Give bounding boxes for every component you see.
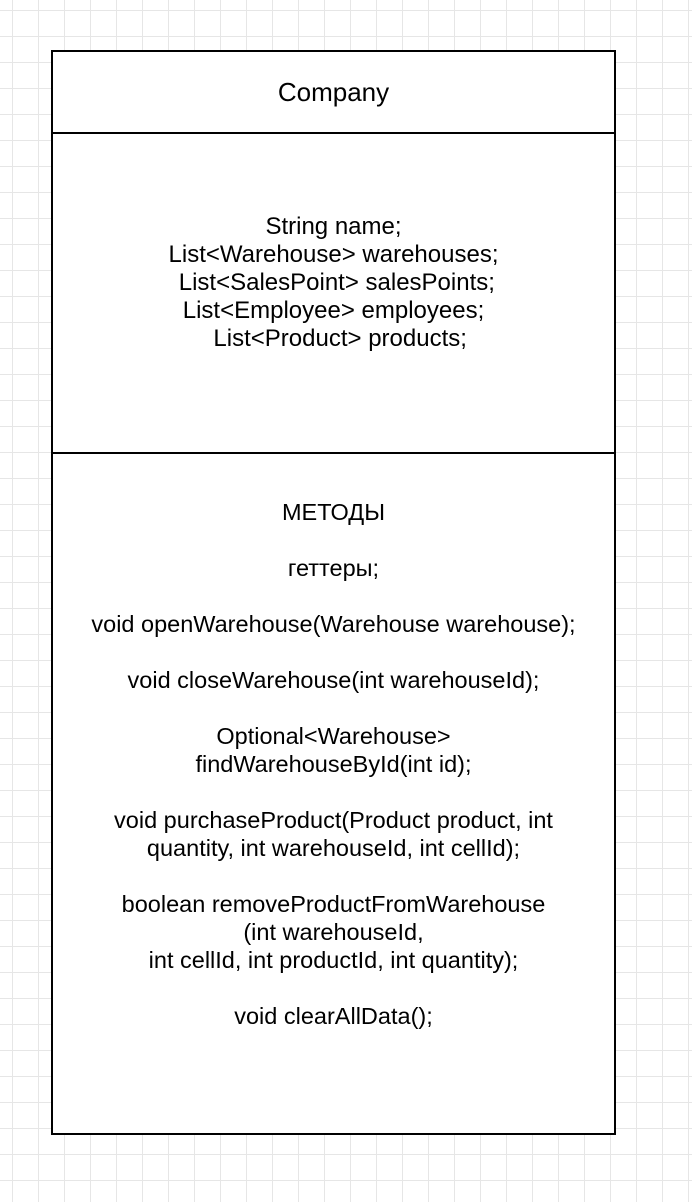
method-line: int cellId, int productId, int quantity)… xyxy=(148,947,519,973)
method-block: Optional<Warehouse> findWarehouseById(in… xyxy=(53,722,614,778)
field-line: List<Product> products; xyxy=(200,325,467,352)
field-line: List<Employee> employees; xyxy=(182,297,485,324)
method-line: findWarehouseById(int id); xyxy=(195,751,472,777)
method-block: геттеры; xyxy=(53,554,614,582)
field-line: List<Warehouse> warehouses; xyxy=(168,241,499,268)
method-line: void openWarehouse(Warehouse warehouse); xyxy=(91,611,576,637)
method-line: quantity, int warehouseId, int cellId); xyxy=(146,835,521,861)
uml-class-box[interactable]: Company String name; List<Warehouse> war… xyxy=(51,50,616,1135)
method-line: void clearAllData(); xyxy=(234,1003,433,1029)
method-block: void closeWarehouse(int warehouseId); xyxy=(53,666,614,694)
fields-list: String name; List<Warehouse> warehouses;… xyxy=(169,213,499,353)
method-block: void purchaseProduct(Product product, in… xyxy=(53,806,614,862)
class-name: Company xyxy=(277,77,390,107)
field-line: String name; xyxy=(265,213,402,240)
methods-list: МЕТОДЫ геттеры; void openWarehouse(Wareh… xyxy=(53,498,614,1058)
field-line: List<SalesPoint> salesPoints; xyxy=(172,269,495,296)
method-line: геттеры; xyxy=(287,555,380,581)
method-block: void clearAllData(); xyxy=(53,1002,614,1030)
class-header: Company xyxy=(53,52,614,134)
methods-heading-block: МЕТОДЫ xyxy=(53,498,614,526)
method-line: Optional<Warehouse> xyxy=(216,723,451,749)
method-line: void purchaseProduct(Product product, in… xyxy=(114,807,553,833)
methods-heading: МЕТОДЫ xyxy=(281,499,386,525)
methods-section: МЕТОДЫ геттеры; void openWarehouse(Wareh… xyxy=(53,454,614,1133)
method-line: boolean removeProductFromWarehouse xyxy=(121,891,546,917)
method-line: (int warehouseId, xyxy=(243,919,424,945)
fields-section: String name; List<Warehouse> warehouses;… xyxy=(53,134,614,454)
method-block: void openWarehouse(Warehouse warehouse); xyxy=(53,610,614,638)
method-block: boolean removeProductFromWarehouse (int … xyxy=(53,890,614,974)
method-line: void closeWarehouse(int warehouseId); xyxy=(127,667,540,693)
